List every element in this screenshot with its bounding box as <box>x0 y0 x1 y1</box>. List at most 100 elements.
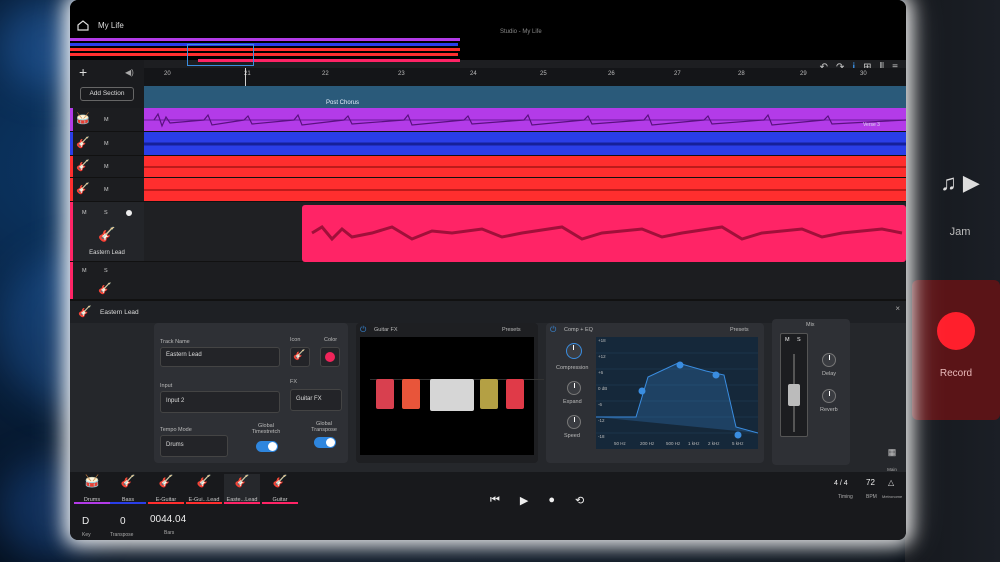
icon-picker[interactable]: 🎸 <box>290 347 310 367</box>
fx-select[interactable]: Guitar FX <box>290 389 342 411</box>
mix-title: Mix <box>806 322 815 328</box>
track-header[interactable]: 🎸 M <box>70 156 144 178</box>
compression-knob[interactable] <box>566 343 582 359</box>
guitar-icon: 🎸 <box>196 474 212 488</box>
metronome-icon[interactable]: △ <box>888 478 894 487</box>
waveform <box>311 225 903 242</box>
track-tab-selected[interactable]: 🎸 Easte...Lead <box>224 474 260 504</box>
power-icon[interactable]: ⏻ <box>360 325 366 335</box>
add-track-icon[interactable]: + <box>79 64 87 80</box>
close-icon[interactable]: × <box>895 304 900 313</box>
loop-icon[interactable]: ⟲ <box>575 494 584 507</box>
ruler-bar: 23 <box>398 71 405 77</box>
add-section-button[interactable]: Add Section <box>80 87 134 101</box>
reverb-knob[interactable] <box>822 389 836 403</box>
audio-region[interactable] <box>302 205 906 262</box>
mute-button[interactable]: M <box>82 268 87 274</box>
track-tab[interactable]: 🎸 Bass <box>110 474 146 504</box>
record-arm-dot[interactable] <box>126 210 132 216</box>
play-icon[interactable]: ▶ <box>520 494 528 507</box>
track-tab[interactable]: 🎸 E-Gui...Lead <box>186 474 222 504</box>
guitar-icon: 🎸 <box>78 306 92 318</box>
expand-knob[interactable] <box>567 381 581 395</box>
pedalboard[interactable] <box>360 337 544 455</box>
key-label: Key <box>82 532 91 538</box>
track-tab[interactable]: 🥁 Drums <box>74 474 110 504</box>
pedal[interactable] <box>506 379 524 409</box>
pedal[interactable] <box>402 379 420 409</box>
power-icon[interactable]: ⏻ <box>550 325 556 335</box>
tempo-mode-select[interactable]: Drums <box>160 435 228 457</box>
timing-value[interactable]: 4 / 4 <box>834 480 848 487</box>
drum-kit-icon: 🥁 <box>84 474 100 488</box>
track-lane-bass[interactable] <box>144 132 906 156</box>
key-value[interactable]: D <box>82 516 89 527</box>
section-verse-3[interactable]: Verse 3 <box>863 122 880 128</box>
guitar-icon: 🎸 <box>120 474 136 488</box>
speed-label: Speed <box>564 433 580 439</box>
track-tab[interactable]: 🎸 Guitar <box>262 474 298 504</box>
track-header-selected[interactable]: M S 🎸 Eastern Lead <box>70 202 144 262</box>
waveform <box>144 189 906 191</box>
speaker-icon[interactable]: ◀︎) <box>125 68 134 77</box>
color-picker[interactable] <box>320 347 340 367</box>
mute-button[interactable]: M <box>104 164 109 170</box>
global-timestretch-toggle[interactable] <box>256 441 278 452</box>
guitar-icon: 🎸 <box>158 474 174 488</box>
track-header[interactable]: 🥁 M <box>70 108 144 132</box>
mix-solo-button[interactable]: S <box>797 337 801 343</box>
waveform <box>144 142 906 146</box>
guitar-fx-presets[interactable]: Presets <box>502 327 521 333</box>
track-lane-eguitar[interactable] <box>144 156 906 178</box>
detail-track-name: Eastern Lead <box>100 309 139 316</box>
skip-back-icon[interactable]: ⏮ <box>490 494 500 507</box>
overview-viewport[interactable] <box>187 44 254 66</box>
track-lane-drums[interactable] <box>144 108 906 132</box>
comp-eq-presets[interactable]: Presets <box>730 327 749 333</box>
bpm-value[interactable]: 72 <box>866 478 875 487</box>
db-label: -6 <box>598 402 603 407</box>
pedal[interactable] <box>480 379 498 409</box>
section-lane[interactable]: Post Chorus <box>144 86 906 108</box>
track-header[interactable]: M S 🎸 <box>70 262 144 300</box>
eq-graph[interactable]: +18 +12 +6 0 dB -6 -12 -18 50 Hz 200 Hz … <box>596 337 759 449</box>
ruler-bar: 22 <box>322 71 329 77</box>
guitar-icon: 🎸 <box>272 474 288 488</box>
transpose-value[interactable]: 0 <box>120 516 126 527</box>
delay-knob[interactable] <box>822 353 836 367</box>
ruler-bar: 20 <box>164 71 171 77</box>
pedal[interactable] <box>376 379 394 409</box>
db-label: 0 dB <box>598 386 608 391</box>
solo-button[interactable]: S <box>104 210 108 216</box>
fader-handle[interactable] <box>788 384 800 406</box>
timeline-ruler[interactable]: 20 21 22 23 24 25 26 27 28 29 30 <box>144 68 906 86</box>
mute-button[interactable]: M <box>82 210 87 216</box>
mute-button[interactable]: M <box>104 117 109 123</box>
guitar-icon: 🎸 <box>98 226 116 242</box>
input-select[interactable]: Input 2 <box>160 391 280 413</box>
home-icon[interactable] <box>77 20 89 31</box>
input-label: Input <box>160 383 173 389</box>
bars-value[interactable]: 0044.04 <box>150 514 186 525</box>
main-button[interactable]: ▦ Main <box>882 447 902 472</box>
freq-label: 200 Hz <box>640 441 655 446</box>
global-transpose-toggle[interactable] <box>314 437 336 448</box>
track-lane-eguitar-lead[interactable] <box>144 178 906 202</box>
amp[interactable] <box>430 379 474 411</box>
track-tab[interactable]: 🎸 E-Guitar <box>148 474 184 504</box>
solo-button[interactable]: S <box>104 268 108 274</box>
track-header[interactable]: 🎸 M <box>70 132 144 156</box>
track-detail-panel: 🎸 Eastern Lead × Track Name Eastern Lead… <box>70 300 906 472</box>
record-icon[interactable]: ● <box>548 494 555 507</box>
mute-button[interactable]: M <box>104 187 109 193</box>
track-name-field[interactable]: Eastern Lead <box>160 347 280 367</box>
mix-mute-button[interactable]: M <box>785 337 790 343</box>
transport-controls: ⏮ ▶ ● ⟲ <box>490 494 584 507</box>
mute-button[interactable]: M <box>104 141 109 147</box>
speed-knob[interactable] <box>567 415 581 429</box>
track-header[interactable]: 🎸 M <box>70 178 144 202</box>
track-lane-guitar[interactable] <box>144 262 906 300</box>
track-lane-eastern-lead[interactable] <box>144 202 906 262</box>
section-post-chorus[interactable]: Post Chorus <box>326 100 359 106</box>
mix-card: Mix M S Delay Reverb <box>772 319 850 465</box>
